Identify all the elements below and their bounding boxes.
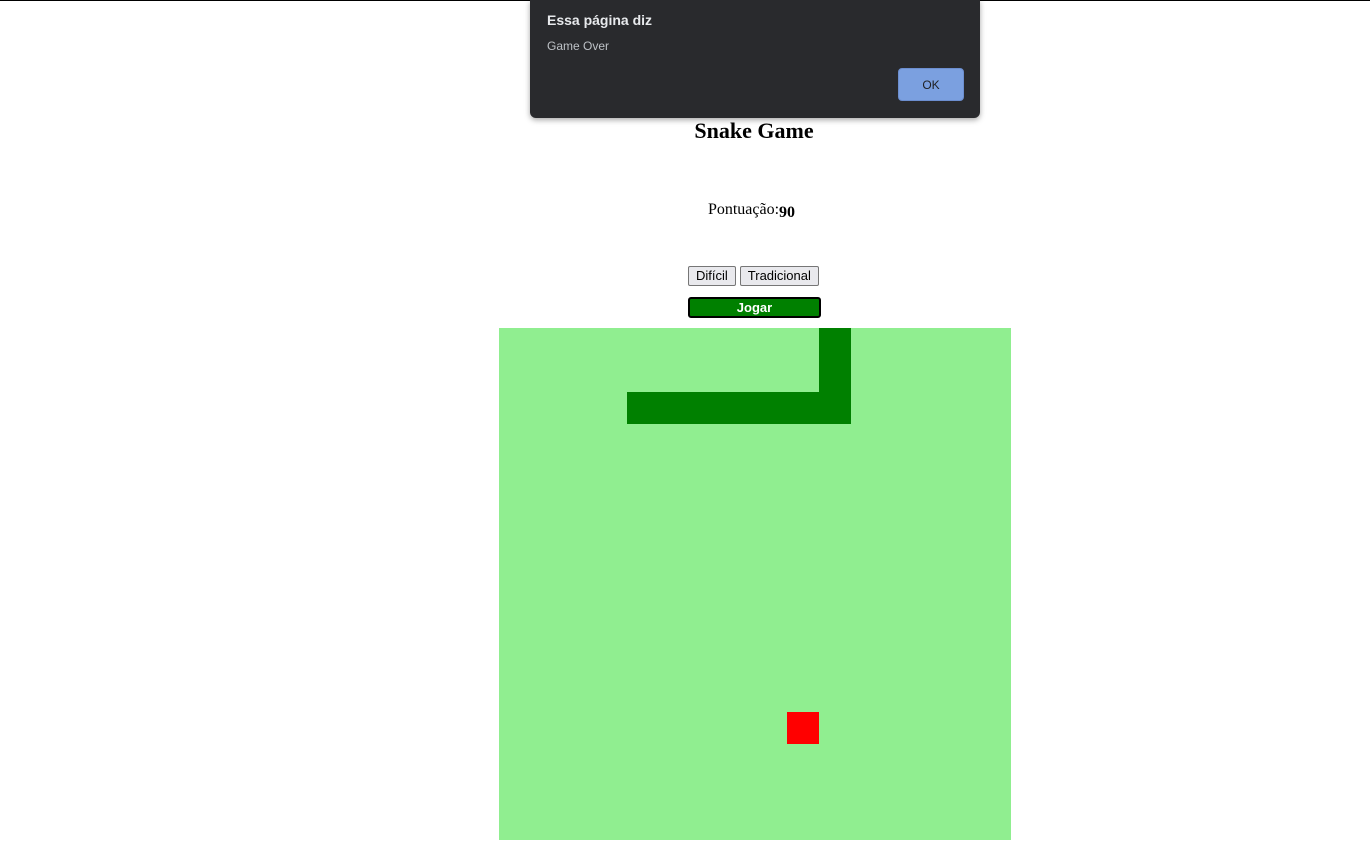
snake-head [819, 328, 851, 360]
alert-dialog: Essa página diz Game Over OK [530, 0, 980, 118]
snake-segment [787, 392, 819, 424]
game-canvas [499, 328, 1011, 840]
snake-segment [723, 392, 755, 424]
snake-segment [755, 392, 787, 424]
page-title: Snake Game [694, 118, 814, 143]
snake-segment [691, 392, 723, 424]
score-label: Pontuação: [707, 201, 780, 218]
dialog-ok-button[interactable]: OK [898, 68, 964, 101]
snake-segment [659, 392, 691, 424]
snake-segment [819, 392, 851, 424]
mode-selector: Difícil Tradicional [688, 266, 819, 286]
game-board[interactable] [499, 328, 1011, 840]
dialog-message: Game Over [547, 39, 610, 53]
snake-segment [627, 392, 659, 424]
dialog-title: Essa página diz [547, 12, 653, 28]
snake-segment [819, 360, 851, 392]
score-value: 90 [779, 204, 796, 221]
mode-hard-button[interactable]: Difícil [688, 266, 736, 286]
score-display: Pontuação:90 [0, 201, 1370, 221]
mode-traditional-button[interactable]: Tradicional [739, 266, 819, 286]
food [787, 712, 819, 744]
play-button[interactable]: Jogar [688, 297, 821, 318]
